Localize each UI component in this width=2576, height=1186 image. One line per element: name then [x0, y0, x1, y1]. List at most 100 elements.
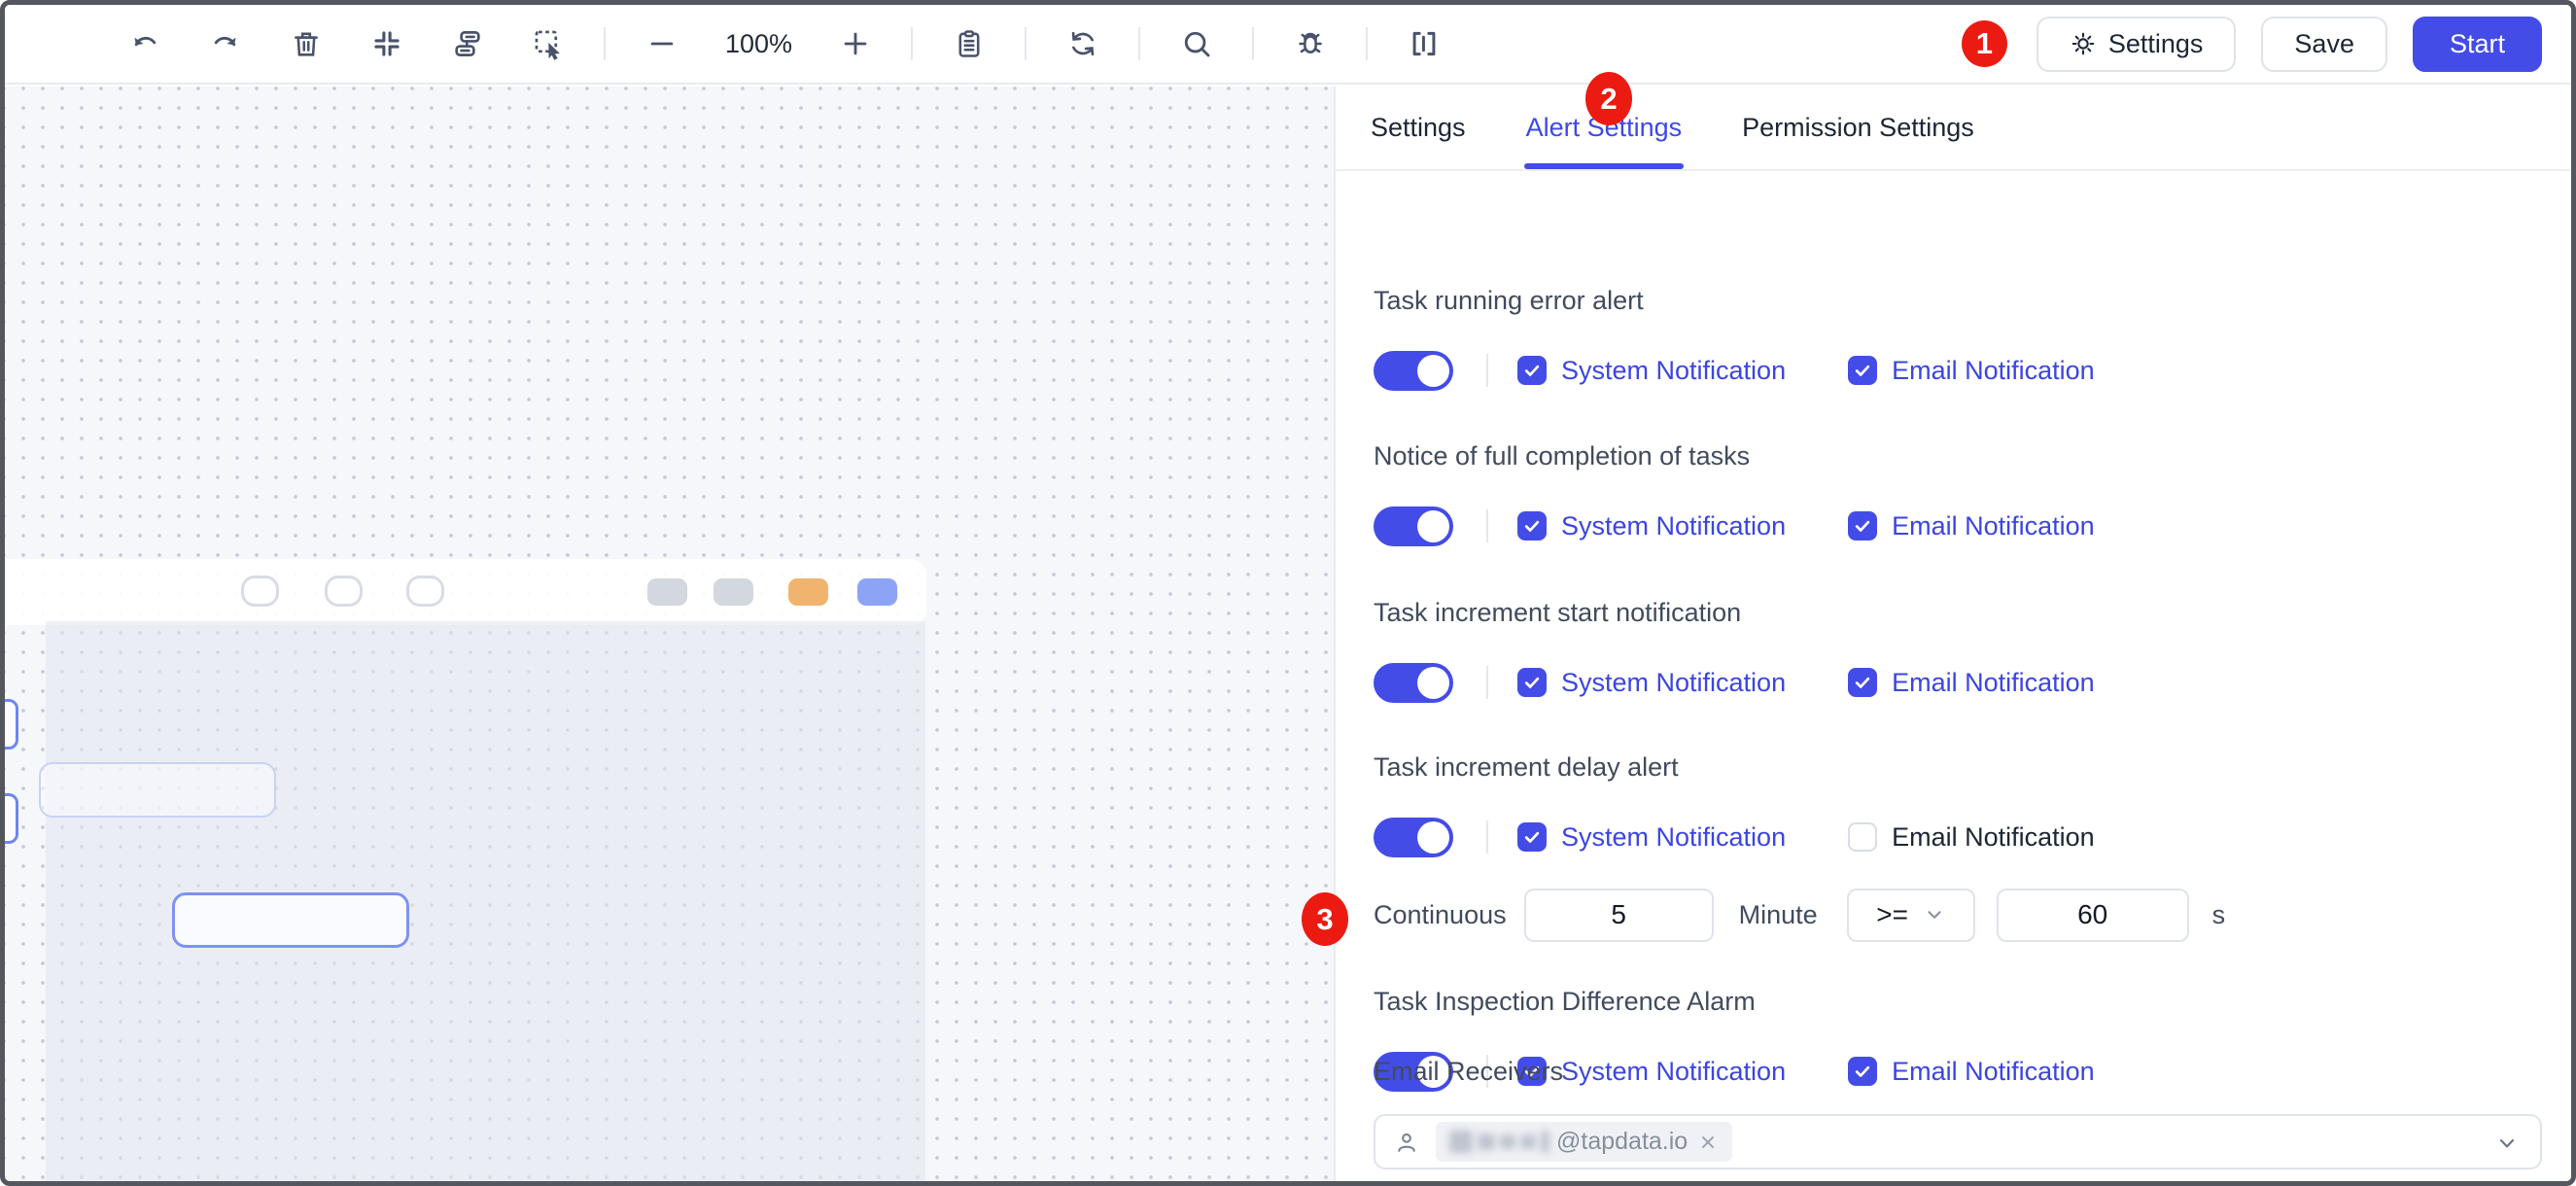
pipeline-canvas[interactable] — [5, 87, 1334, 1181]
checkbox-label: System Notification — [1561, 667, 1787, 697]
canvas-node-clipped[interactable] — [5, 699, 18, 750]
canvas-node-oval[interactable] — [241, 576, 279, 607]
section-title: Task increment start notification — [1374, 598, 1742, 627]
canvas-node-clipped[interactable] — [5, 793, 18, 844]
alert-section: Task Inspection Difference Alarm System … — [1374, 986, 2532, 1092]
alert-toggle[interactable] — [1374, 506, 1453, 546]
section-controls: System Notification Email Notification — [1374, 662, 2095, 703]
delay-threshold-row: Continuous Minute >= s — [1374, 888, 2225, 942]
redacted-text — [1449, 1131, 1473, 1153]
debug-icon[interactable] — [1293, 26, 1328, 61]
chevron-down-icon — [1928, 911, 1941, 919]
annotation-badge-3: 3 — [1302, 892, 1348, 946]
tab-settings[interactable]: Settings — [1371, 87, 1466, 169]
email-chip: @tapdata.io — [1436, 1122, 1733, 1162]
checkbox-label: Email Notification — [1892, 510, 2095, 541]
divider — [1486, 509, 1488, 542]
section-controls: System Notification Email Notification — [1374, 817, 2095, 857]
alert-toggle[interactable] — [1374, 350, 1453, 391]
remove-email-icon[interactable] — [1697, 1132, 1719, 1153]
fit-view-icon[interactable] — [369, 26, 404, 61]
tab-label: Permission Settings — [1742, 113, 1974, 142]
chevron-down-icon[interactable] — [2495, 1132, 2519, 1155]
tab-bar: Settings Alert Settings Permission Setti… — [1336, 87, 2571, 171]
canvas-node-oval[interactable] — [406, 576, 444, 607]
redacted-text — [1520, 1134, 1536, 1149]
zoom-level: 100% — [725, 28, 793, 58]
threshold-prefix-label: Continuous — [1374, 899, 1507, 929]
email-notification-checkbox[interactable]: Email Notification — [1848, 668, 2095, 698]
checkbox-box — [1848, 822, 1878, 852]
operator-select[interactable]: >= — [1846, 888, 1975, 942]
person-icon — [1398, 1133, 1415, 1152]
settings-button-label: Settings — [2107, 28, 2204, 58]
threshold-seconds-input[interactable] — [1996, 888, 2189, 942]
checkbox-box — [1848, 511, 1878, 541]
toggle-knob — [1417, 354, 1449, 387]
canvas-node-pill-blue[interactable] — [857, 578, 897, 606]
toolbar-divider — [604, 27, 606, 60]
duration-input[interactable] — [1523, 888, 1714, 942]
save-button[interactable]: Save — [2261, 16, 2387, 72]
checkbox-box — [1517, 822, 1547, 852]
email-notification-checkbox[interactable]: Email Notification — [1848, 822, 2095, 853]
email-notification-checkbox[interactable]: Email Notification — [1848, 356, 2095, 386]
undo-icon[interactable] — [127, 26, 162, 61]
toolbar-divider — [911, 27, 914, 60]
toolbar-divider — [1252, 27, 1255, 60]
email-chip-domain: @tapdata.io — [1556, 1128, 1688, 1155]
toolbar-divider — [1025, 27, 1027, 60]
zoom-in-icon[interactable] — [838, 26, 873, 61]
canvas-node-oval[interactable] — [325, 576, 363, 607]
checkbox-label: System Notification — [1561, 510, 1787, 541]
email-notification-checkbox[interactable]: Email Notification — [1848, 511, 2095, 541]
check-icon — [1524, 677, 1540, 688]
settings-button[interactable]: Settings — [2036, 16, 2237, 72]
tab-permission-settings[interactable]: Permission Settings — [1742, 87, 1974, 169]
alert-toggle[interactable] — [1374, 662, 1453, 703]
operator-value: >= — [1876, 899, 1908, 929]
alert-section: Task increment start notification System… — [1374, 597, 2532, 703]
system-notification-checkbox[interactable]: System Notification — [1517, 668, 1786, 698]
alert-section: Notice of full completion of tasks Syste… — [1374, 440, 2532, 546]
threshold-unit-label: Minute — [1738, 899, 1818, 929]
check-icon — [1524, 365, 1540, 376]
canvas-node-pill[interactable] — [714, 578, 753, 606]
email-receivers-input[interactable]: @tapdata.io — [1374, 1114, 2542, 1169]
checkbox-box — [1517, 511, 1547, 541]
console-icon[interactable] — [1407, 26, 1442, 61]
canvas-node-pill[interactable] — [647, 578, 687, 606]
settings-panel: Settings Alert Settings Permission Setti… — [1334, 87, 2571, 1181]
zoom-out-icon[interactable] — [644, 26, 679, 61]
canvas-node-pill-orange[interactable] — [788, 578, 828, 606]
alert-section: Task running error alert System Notifica… — [1374, 285, 2532, 391]
alert-toggle[interactable] — [1374, 817, 1453, 857]
system-notification-checkbox[interactable]: System Notification — [1517, 822, 1786, 853]
start-button[interactable]: Start — [2412, 16, 2542, 72]
annotation-badge-2: 2 — [1585, 72, 1632, 125]
refresh-icon[interactable] — [1065, 26, 1100, 61]
search-icon[interactable] — [1179, 26, 1214, 61]
checkbox-label: Email Notification — [1892, 667, 2095, 697]
auto-layout-icon[interactable] — [450, 26, 485, 61]
toolbar-divider — [1138, 27, 1141, 60]
system-notification-checkbox[interactable]: System Notification — [1517, 356, 1786, 386]
checkbox-label: Email Notification — [1892, 355, 2095, 385]
redo-icon[interactable] — [208, 26, 243, 61]
delete-icon[interactable] — [289, 26, 324, 61]
toggle-knob — [1417, 820, 1449, 854]
app-window: 100% 1 Settings Save Start Settings Aler… — [0, 0, 2576, 1186]
redacted-text — [1478, 1134, 1495, 1150]
canvas-node-selected[interactable] — [172, 892, 409, 948]
redacted-text — [1500, 1134, 1515, 1149]
logs-icon[interactable] — [952, 26, 987, 61]
check-icon — [1524, 831, 1540, 843]
email-receivers-label: Email Receivers — [1374, 1057, 1564, 1086]
marquee-select-icon[interactable] — [531, 26, 566, 61]
toolbar-divider — [1366, 27, 1369, 60]
section-controls: System Notification Email Notification — [1374, 506, 2095, 546]
checkbox-label: System Notification — [1561, 355, 1787, 385]
save-button-label: Save — [2294, 28, 2354, 58]
system-notification-checkbox[interactable]: System Notification — [1517, 511, 1786, 541]
canvas-node-outline[interactable] — [39, 762, 276, 818]
